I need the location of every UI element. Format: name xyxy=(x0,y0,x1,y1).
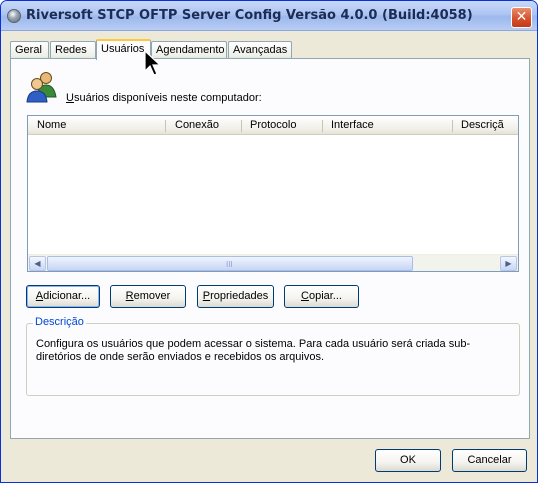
remove-button[interactable]: Remover xyxy=(110,285,186,308)
window-title: Riversoft STCP OFTP Server Config Versão… xyxy=(26,8,473,23)
column-conexao[interactable]: Conexão xyxy=(166,116,241,135)
tab-avancadas[interactable]: Avançadas xyxy=(228,41,292,59)
users-tab-panel: Usuários disponíveis neste computador: N… xyxy=(10,58,530,439)
scroll-right-button[interactable]: ▶ xyxy=(500,256,517,271)
close-button[interactable]: ✕ xyxy=(511,7,532,28)
title-bar[interactable]: Riversoft STCP OFTP Server Config Versão… xyxy=(1,1,537,31)
scroll-thumb[interactable]: III xyxy=(47,256,413,271)
scroll-grip: III xyxy=(226,260,233,269)
list-header: Nome Conexão Protocolo Interface Descriç… xyxy=(28,116,518,135)
description-legend: Descrição xyxy=(33,316,86,328)
mouse-cursor-icon xyxy=(144,50,162,76)
tab-geral[interactable]: Geral xyxy=(10,41,49,59)
tab-redes[interactable]: Redes xyxy=(50,41,96,59)
ok-button[interactable]: OK xyxy=(375,449,441,472)
description-text: Configura os usuários que podem acessar … xyxy=(36,338,471,363)
properties-button[interactable]: Propriedades xyxy=(197,285,274,308)
cancel-button[interactable]: Cancelar xyxy=(452,449,527,472)
column-interface[interactable]: Interface xyxy=(322,116,452,135)
copy-button[interactable]: Copiar... xyxy=(284,285,359,308)
app-icon xyxy=(7,9,21,23)
tab-usuarios[interactable]: Usuários xyxy=(96,39,151,60)
users-icon xyxy=(26,72,57,103)
users-available-label: Usuários disponíveis neste computador: xyxy=(66,92,262,104)
column-nome[interactable]: Nome xyxy=(28,116,166,135)
users-list[interactable]: Nome Conexão Protocolo Interface Descriç… xyxy=(27,115,519,272)
column-protocolo[interactable]: Protocolo xyxy=(241,116,322,135)
column-descricao[interactable]: Descriçã xyxy=(452,116,518,135)
scroll-left-button[interactable]: ◀ xyxy=(29,256,46,271)
add-button[interactable]: Adicionar... xyxy=(26,285,100,308)
horizontal-scrollbar[interactable]: ◀ III ▶ xyxy=(28,254,518,271)
description-group: Descrição Configura os usuários que pode… xyxy=(26,316,520,396)
config-window: Riversoft STCP OFTP Server Config Versão… xyxy=(0,0,538,483)
